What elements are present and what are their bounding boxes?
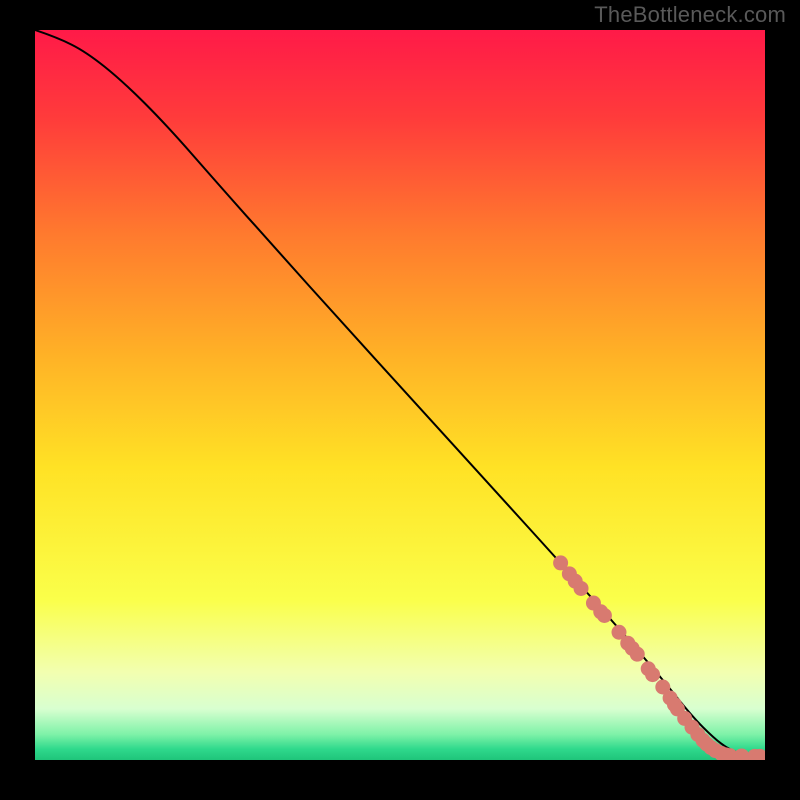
data-point [645,667,660,682]
gradient-background [35,30,765,760]
data-point [630,647,645,662]
chart-root: TheBottleneck.com [0,0,800,800]
plot-area [35,30,765,760]
data-point [597,608,612,623]
chart-svg [35,30,765,760]
data-point [574,581,589,596]
watermark-label: TheBottleneck.com [594,2,786,28]
